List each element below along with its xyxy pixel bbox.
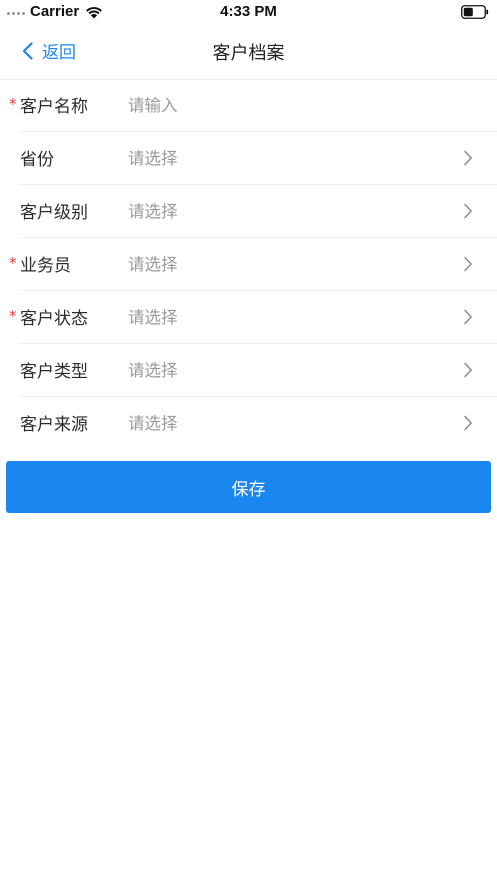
page-title: 客户档案 [212,43,285,64]
customer-level-select[interactable]: 请选择 [128,198,178,222]
battery-icon [461,5,489,19]
required-mark: * [9,95,17,113]
field-label: 客户来源 [20,415,88,435]
save-button[interactable]: 保存 [6,461,491,513]
field-label: 客户名称 [20,97,88,117]
customer-name-input[interactable]: 请输入 [128,92,178,116]
status-bar: Carrier 4:33 PM [0,0,497,24]
required-mark: * [9,307,17,325]
chevron-right-icon [464,362,472,378]
required-mark: * [9,254,17,272]
chevron-right-icon [464,203,472,219]
form-row-customer-status[interactable]: * 客户状态 请选择 [9,291,497,344]
field-label: 客户类型 [20,362,88,382]
chevron-right-icon [464,309,472,325]
form-row-province[interactable]: 省份 请选择 [19,132,497,185]
status-time: 4:33 PM [220,3,277,20]
form-row-customer-source[interactable]: 客户来源 请选择 [19,397,497,449]
customer-type-select[interactable]: 请选择 [128,357,178,381]
chevron-right-icon [464,256,472,272]
field-label: 客户状态 [20,309,88,329]
customer-status-select[interactable]: 请选择 [128,304,178,328]
customer-form: * 客户名称 请输入 省份 请选择 客户级别 请选择 * 业务员 请选择 * 客… [0,79,497,449]
salesperson-select[interactable]: 请选择 [128,251,178,275]
province-select[interactable]: 请选择 [128,145,178,169]
form-row-salesperson[interactable]: * 业务员 请选择 [9,238,497,291]
form-row-customer-name[interactable]: * 客户名称 请输入 [9,79,497,132]
field-label: 业务员 [20,256,71,276]
chevron-right-icon [464,415,472,431]
form-row-customer-type[interactable]: 客户类型 请选择 [19,344,497,397]
form-row-customer-level[interactable]: 客户级别 请选择 [19,185,497,238]
field-label: 省份 [20,150,54,170]
customer-source-select[interactable]: 请选择 [128,410,178,434]
field-label: 客户级别 [20,203,88,223]
navigation-bar: 返回 客户档案 [0,24,497,80]
chevron-right-icon [464,150,472,166]
